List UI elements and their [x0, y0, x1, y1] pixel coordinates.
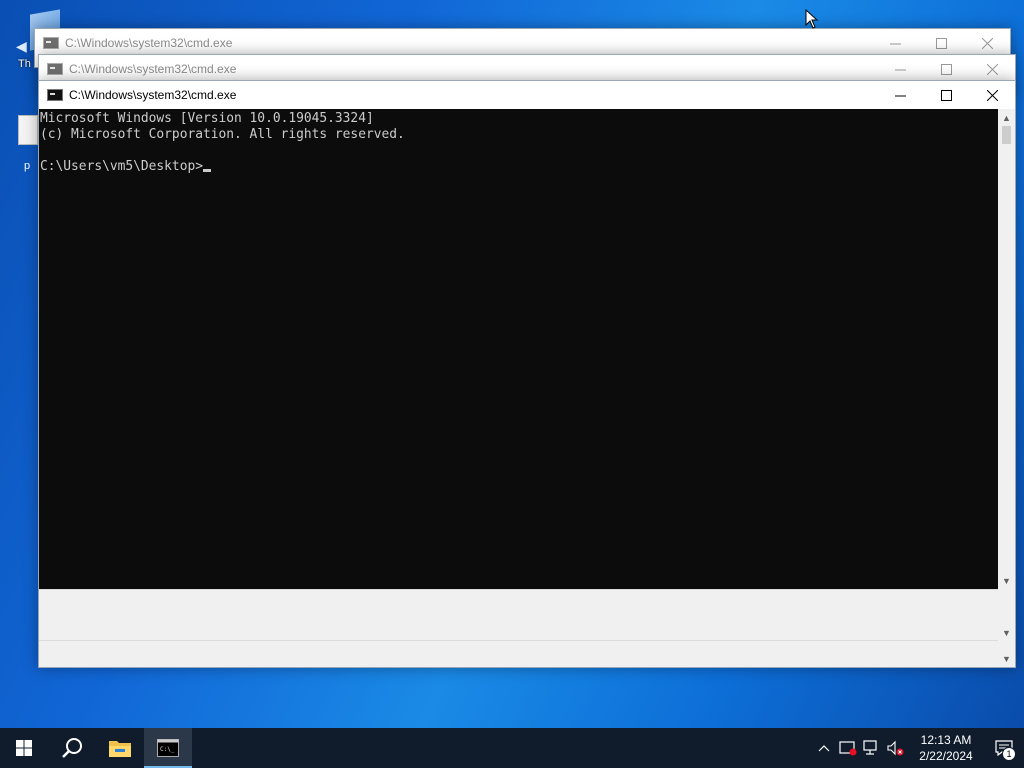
cmd-icon: C:\_	[157, 739, 179, 757]
clock-date: 2/22/2024	[919, 749, 973, 763]
title-bar[interactable]: C:\Windows\system32\cmd.exe	[35, 29, 1010, 57]
svg-text:C:\_: C:\_	[160, 746, 175, 753]
lower-window-area	[39, 589, 998, 641]
scroll-down-arrow-icon[interactable]: ▼	[998, 572, 1015, 589]
start-button[interactable]	[0, 728, 48, 768]
cmd-icon	[47, 89, 63, 101]
console-line-version: Microsoft Windows [Version 10.0.19045.33…	[40, 111, 374, 126]
network-tray-button[interactable]	[860, 728, 884, 768]
file-explorer-button[interactable]	[96, 728, 144, 768]
window-title: C:\Windows\system32\cmd.exe	[69, 88, 237, 102]
close-icon	[981, 37, 993, 49]
close-icon	[986, 63, 998, 75]
close-button[interactable]	[969, 81, 1015, 109]
vertical-scrollbar[interactable]: ▲ ▼	[998, 109, 1015, 589]
cmd-taskbar-button[interactable]: C:\_	[144, 728, 192, 768]
title-bar[interactable]: C:\Windows\system32\cmd.exe	[39, 81, 1015, 109]
console-area[interactable]: Microsoft Windows [Version 10.0.19045.33…	[39, 109, 1015, 667]
window-title: C:\Windows\system32\cmd.exe	[65, 36, 233, 50]
scroll-up-arrow-icon[interactable]: ▲	[998, 109, 1015, 126]
maximize-button[interactable]	[923, 55, 969, 83]
console-prompt-line[interactable]: C:\Users\vm5\Desktop>	[40, 159, 997, 175]
windows-start-icon	[16, 740, 32, 756]
scroll-down-arrow-icon[interactable]: ▼	[998, 650, 1015, 667]
taskbar: C:\_ 12:13 AM 2/22/2024 1	[0, 728, 1024, 768]
show-hidden-icons-button[interactable]	[812, 728, 836, 768]
maximize-button[interactable]	[923, 81, 969, 109]
action-center-button[interactable]: 1	[984, 728, 1024, 768]
security-icon	[839, 741, 857, 756]
clock[interactable]: 12:13 AM 2/22/2024	[908, 728, 984, 768]
desktop-icon-label-2: p	[24, 160, 31, 172]
network-icon	[863, 740, 877, 755]
minimize-icon	[889, 43, 901, 44]
minimize-button[interactable]	[877, 81, 923, 109]
text-cursor	[202, 169, 211, 172]
volume-muted-icon	[887, 740, 904, 756]
security-tray-button[interactable]	[836, 728, 860, 768]
title-bar[interactable]: C:\Windows\system32\cmd.exe	[39, 55, 1015, 83]
minimize-icon	[894, 95, 906, 96]
document-desktop-icon[interactable]	[18, 115, 38, 145]
mouse-pointer-icon	[805, 9, 819, 29]
minimize-button[interactable]	[877, 55, 923, 83]
close-button[interactable]	[964, 29, 1010, 57]
cmd-window-front[interactable]: C:\Windows\system32\cmd.exe Microsoft Wi…	[38, 80, 1016, 668]
close-button[interactable]	[969, 55, 1015, 83]
window-title: C:\Windows\system32\cmd.exe	[69, 62, 237, 76]
lower-window-area-2	[39, 641, 998, 667]
chevron-up-icon	[818, 745, 830, 752]
search-icon	[62, 738, 82, 758]
lower-scrollbar[interactable]: ▼ ▼	[998, 589, 1015, 667]
maximize-icon	[935, 37, 947, 49]
console-prompt: C:\Users\vm5\Desktop>	[40, 159, 203, 174]
desktop-icon-label: Th	[18, 58, 31, 70]
cmd-icon	[43, 37, 59, 49]
notification-count-badge: 1	[1002, 747, 1016, 761]
console-line-copyright: (c) Microsoft Corporation. All rights re…	[40, 127, 405, 142]
maximize-icon	[940, 89, 952, 101]
system-tray: 12:13 AM 2/22/2024 1	[812, 728, 1024, 768]
cmd-icon	[47, 63, 63, 75]
volume-tray-button[interactable]	[884, 728, 908, 768]
scroll-down-arrow-icon[interactable]: ▼	[998, 624, 1015, 641]
minimize-icon	[894, 69, 906, 70]
file-explorer-icon	[109, 741, 131, 757]
clock-time: 12:13 AM	[920, 733, 972, 747]
minimize-button[interactable]	[872, 29, 918, 57]
scrollbar-thumb[interactable]	[1002, 126, 1011, 144]
search-button[interactable]	[48, 728, 96, 768]
maximize-icon	[940, 63, 952, 75]
console-output[interactable]: Microsoft Windows [Version 10.0.19045.33…	[40, 111, 997, 588]
maximize-button[interactable]	[918, 29, 964, 57]
close-icon	[986, 89, 998, 101]
shortcut-arrow-icon: ◀	[16, 38, 27, 54]
